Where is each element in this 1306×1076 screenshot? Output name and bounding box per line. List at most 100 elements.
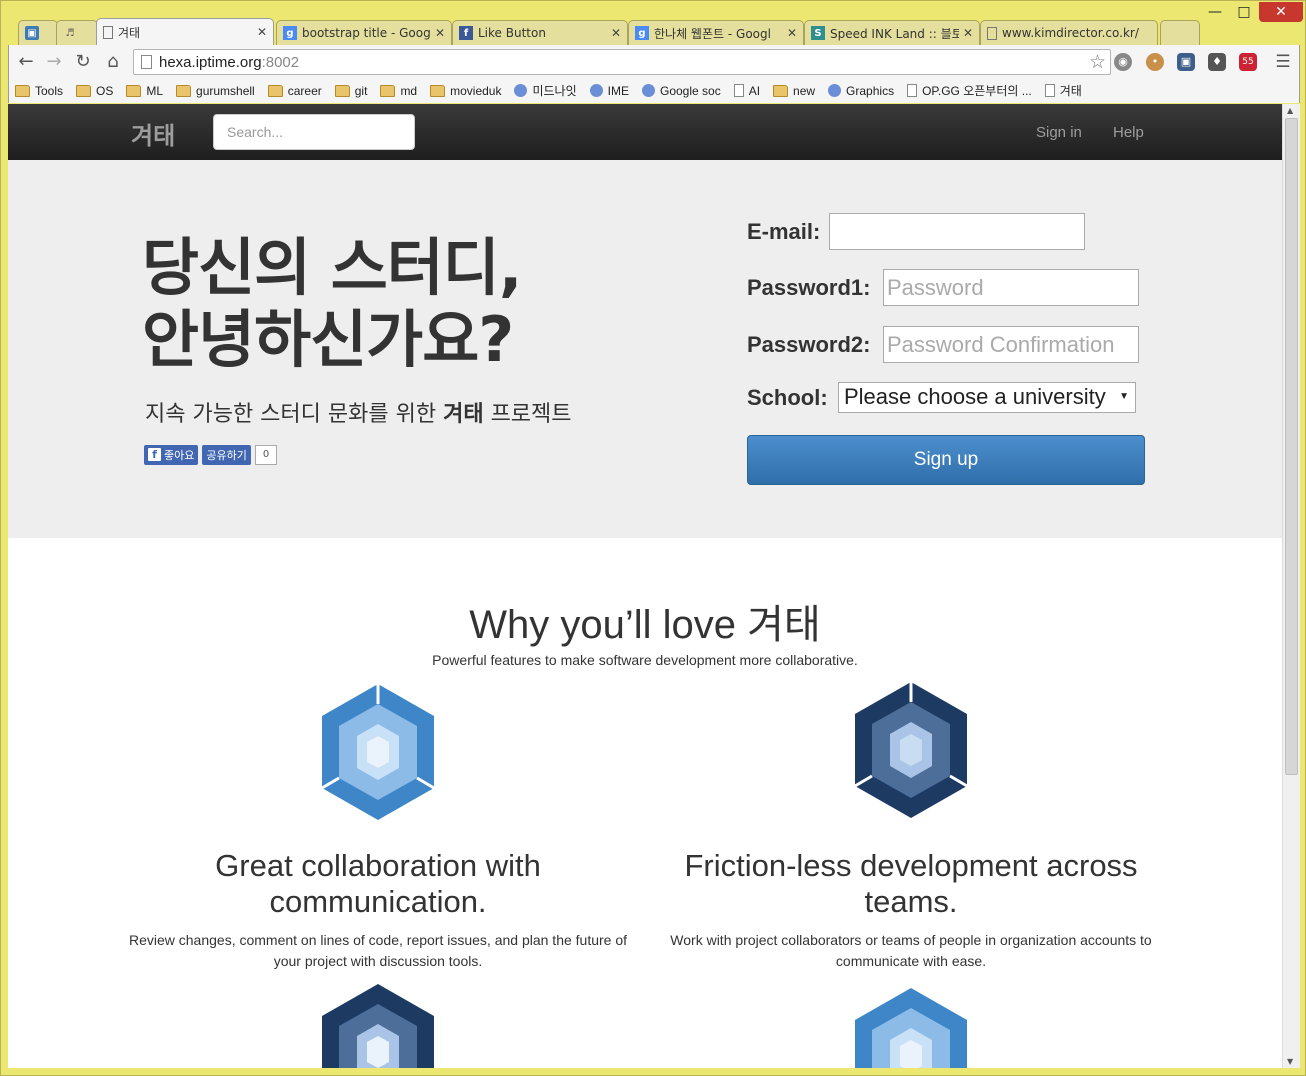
- bookmark-label: Google soc: [659, 83, 721, 98]
- cookie-extension-icon[interactable]: •: [1146, 53, 1164, 71]
- bookmark-item[interactable]: Tools: [15, 84, 63, 98]
- bookmark-item[interactable]: OP.GG 오픈부터의 ...: [907, 82, 1032, 99]
- globe-extension-icon[interactable]: ◉: [1114, 53, 1132, 71]
- feature-hexagon-icon: [322, 984, 434, 1068]
- bookmark-label: md: [400, 83, 418, 98]
- bookmarks-bar: Tools OS ML gurumshell career git md movieduk 미드…: [8, 78, 1300, 103]
- tab-title: www.kimdirector.co.kr/: [1002, 26, 1139, 40]
- bookmark-item[interactable]: AI: [733, 84, 760, 98]
- school-selected-value: Please choose a university: [844, 384, 1106, 409]
- hero-subtitle: 지속 가능한 스터디 문화를 위한 겨태 프로젝트: [145, 396, 572, 428]
- page-icon: [733, 84, 744, 97]
- badge-extension-icon[interactable]: 55: [1239, 53, 1257, 71]
- help-link[interactable]: Help: [1113, 124, 1144, 141]
- bookmark-item[interactable]: git: [334, 84, 367, 98]
- puzzle-extension-icon[interactable]: ♦: [1208, 53, 1226, 71]
- chevron-down-icon: ▼: [1119, 391, 1129, 402]
- site-icon: S: [811, 26, 825, 40]
- bookmark-item[interactable]: ML: [126, 84, 163, 98]
- tab-google-font[interactable]: g 한나체 웹폰트 - Googl ✕: [628, 20, 804, 45]
- page-icon: [1044, 84, 1055, 97]
- subtitle-pre: 지속 가능한 스터디 문화를 위한: [145, 402, 444, 427]
- tab-kimdirector[interactable]: www.kimdirector.co.kr/: [980, 20, 1158, 45]
- fb-like-button[interactable]: f 좋아요: [144, 444, 199, 465]
- url-text: hexa.iptime.org:8002: [159, 54, 299, 71]
- bookmark-item[interactable]: Google soc: [641, 83, 721, 98]
- scrollbar-thumb[interactable]: [1285, 118, 1298, 775]
- back-arrow-icon[interactable]: ←: [15, 51, 37, 73]
- password2-field[interactable]: [883, 326, 1139, 363]
- feature-title-collaboration: Great collaboration with communication.: [215, 848, 541, 919]
- bookmark-item[interactable]: 미드나잇: [514, 82, 577, 99]
- tab-speed-ink[interactable]: S Speed INK Land :: 블토 ✕: [804, 20, 980, 45]
- bookmark-item[interactable]: gurumshell: [176, 84, 255, 98]
- new-tab-button[interactable]: [1160, 20, 1200, 45]
- password1-field[interactable]: [883, 269, 1139, 306]
- subtitle-bold: 겨태: [443, 402, 484, 427]
- tab-like-button[interactable]: f Like Button ✕: [452, 20, 628, 45]
- close-tab-icon[interactable]: ✕: [257, 25, 267, 39]
- bookmark-star-icon[interactable]: ☆: [1089, 51, 1106, 73]
- tab-active[interactable]: 겨태 ✕: [96, 18, 274, 45]
- scroll-up-icon[interactable]: ▲: [1287, 106, 1293, 115]
- folder-icon: [176, 84, 192, 97]
- browser-toolbar: ← → ↻ ⌂ hexa.iptime.org:8002 ☆ ◉ • ▣ ♦ 5…: [8, 45, 1300, 78]
- url-port: :8002: [261, 54, 300, 71]
- signup-button[interactable]: Sign up: [747, 435, 1145, 485]
- feature-title-development: Friction-less development across teams.: [684, 848, 1138, 919]
- bookmark-label: 겨태: [1059, 84, 1082, 98]
- close-tab-icon[interactable]: ✕: [611, 26, 621, 40]
- email-field[interactable]: [829, 213, 1085, 250]
- tab-pinned-audio[interactable]: ♬: [56, 20, 98, 45]
- fb-share-button[interactable]: 공유하기: [202, 444, 251, 465]
- speaker-icon: ♬: [65, 27, 75, 39]
- bookmark-item[interactable]: OS: [76, 84, 113, 98]
- bookmark-label: new: [793, 83, 816, 98]
- bookmark-item[interactable]: md: [380, 84, 417, 98]
- forward-arrow-icon[interactable]: →: [43, 51, 65, 73]
- subtitle-post: 프로젝트: [483, 402, 572, 427]
- close-tab-icon[interactable]: ✕: [435, 26, 445, 40]
- folder-icon: [15, 84, 30, 97]
- site-navbar: 겨태 Sign in Help: [8, 104, 1282, 160]
- facebook-icon: f: [459, 26, 473, 40]
- fb-share-label: 공유하기: [206, 448, 247, 462]
- menu-icon[interactable]: ☰: [1272, 51, 1294, 73]
- close-tab-icon[interactable]: ✕: [787, 26, 797, 40]
- trello-icon: ▣: [25, 26, 39, 40]
- bookmark-item[interactable]: 겨태: [1044, 82, 1082, 99]
- bookmark-item[interactable]: career: [267, 84, 322, 98]
- site-brand[interactable]: 겨태: [131, 116, 175, 151]
- page-scrollbar[interactable]: ▲ ▼: [1282, 104, 1300, 1068]
- camera-extension-icon[interactable]: ▣: [1177, 53, 1195, 71]
- tab-title: 한나체 웹폰트 - Googl: [654, 26, 771, 41]
- bookmark-label: Tools: [35, 83, 64, 98]
- bookmark-item[interactable]: movieduk: [430, 84, 501, 98]
- page-icon: [103, 25, 113, 39]
- fb-count: 0: [254, 444, 278, 465]
- bookmark-item[interactable]: IME: [589, 84, 629, 98]
- hero-headline: 당신의 스터디, 안녕하신가요?: [142, 232, 522, 376]
- close-tab-icon[interactable]: ✕: [963, 26, 973, 40]
- reload-icon[interactable]: ↻: [72, 51, 94, 73]
- tab-pinned-trello[interactable]: ▣: [18, 20, 58, 45]
- google-icon: g: [283, 26, 297, 40]
- folder-icon: [334, 84, 350, 97]
- features-subtitle: Powerful features to make software devel…: [432, 652, 858, 668]
- scroll-down-icon[interactable]: ▼: [1287, 1057, 1293, 1066]
- bookmark-item[interactable]: Graphics: [828, 84, 894, 98]
- bookmark-label: gurumshell: [196, 83, 255, 98]
- home-icon[interactable]: ⌂: [102, 51, 124, 73]
- bookmark-item[interactable]: new: [773, 84, 815, 98]
- tab-title: bootstrap title - Google: [302, 26, 431, 40]
- school-select[interactable]: Please choose a university ▼: [838, 382, 1136, 413]
- search-input[interactable]: [213, 114, 415, 150]
- address-bar[interactable]: hexa.iptime.org:8002 ☆: [133, 49, 1111, 75]
- hero-section: 당신의 스터디, 안녕하신가요? 지속 가능한 스터디 문화를 위한 겨태 프로…: [8, 160, 1282, 538]
- tab-google-bootstrap[interactable]: g bootstrap title - Google ✕: [276, 20, 452, 45]
- signin-link[interactable]: Sign in: [1036, 124, 1082, 141]
- site-icon: [641, 84, 655, 97]
- tab-title: Speed INK Land :: 블토: [830, 26, 959, 41]
- facebook-buttons: f 좋아요 공유하기 0: [144, 444, 278, 465]
- folder-icon: [126, 84, 142, 97]
